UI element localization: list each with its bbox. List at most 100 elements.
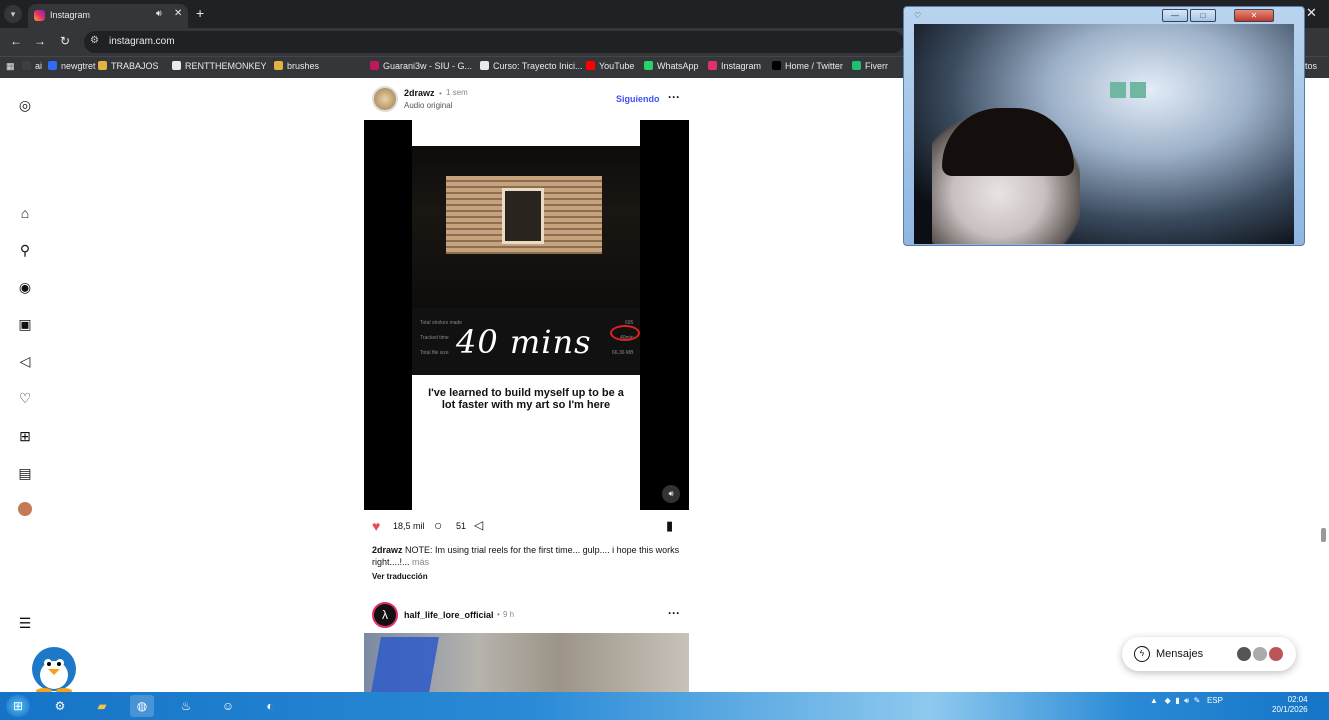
create-icon[interactable]: ⊞ bbox=[16, 427, 34, 445]
taskbar-clock[interactable]: 02:04 20/1/2026 bbox=[1272, 695, 1308, 715]
translate-link[interactable]: Ver traducción bbox=[372, 572, 428, 581]
bookmark-label: RENTTHEMONKEY bbox=[185, 61, 267, 71]
bookmark-item[interactable]: Curso: Trayecto Inici... bbox=[480, 61, 583, 71]
volume-icon[interactable]: 🔊︎ bbox=[1184, 696, 1189, 705]
messages-button[interactable]: ϟ Mensajes bbox=[1122, 637, 1296, 671]
menu-icon[interactable]: ☰ bbox=[16, 614, 34, 632]
search-icon[interactable]: ⚲ bbox=[16, 241, 34, 259]
network-icon[interactable]: ▮ bbox=[1175, 696, 1179, 705]
video-big-text: 40 mins bbox=[456, 323, 592, 361]
video-stats-panel: Total strokes made Tracked time Total fi… bbox=[412, 308, 640, 375]
settings-gear-icon[interactable]: ⚙ bbox=[48, 695, 72, 717]
bookmark-favicon-icon bbox=[644, 61, 653, 70]
discord-icon[interactable]: ☺ bbox=[216, 695, 240, 717]
post-username[interactable]: half_life_lore_official bbox=[404, 610, 494, 620]
profile-avatar[interactable] bbox=[16, 502, 34, 520]
tray-app-icon[interactable]: ◆ bbox=[1165, 696, 1171, 705]
post-media[interactable] bbox=[364, 633, 689, 693]
message-avatar bbox=[1252, 646, 1268, 662]
bookmark-icon[interactable]: ▮ bbox=[666, 518, 673, 534]
bookmark-label: Home / Twitter bbox=[785, 61, 843, 71]
video-sound-icon[interactable]: 🔊︎ bbox=[662, 485, 680, 503]
system-tray[interactable]: ▲ ◆ ▮ 🔊︎ ✎ ESP bbox=[1150, 696, 1223, 706]
more-options-icon[interactable]: ··· bbox=[668, 606, 680, 620]
apps-icon[interactable]: ▦ bbox=[6, 61, 15, 72]
start-button-icon[interactable]: ⊞ bbox=[6, 695, 30, 717]
share-icon[interactable]: ◁ bbox=[474, 518, 483, 532]
bookmark-item[interactable]: YouTube bbox=[586, 61, 634, 71]
tab-title: Instagram bbox=[50, 10, 91, 20]
post-video[interactable]: Total strokes made Tracked time Total fi… bbox=[364, 120, 689, 510]
post-header: λ half_life_lore_official • 9 h ··· bbox=[364, 600, 690, 630]
address-bar[interactable]: ⚙ instagram.com bbox=[84, 31, 904, 53]
reels-icon[interactable]: ▣ bbox=[16, 315, 34, 333]
bookmark-item[interactable]: TRABAJOS bbox=[98, 61, 159, 71]
forward-icon[interactable]: → bbox=[34, 34, 46, 48]
bookmark-item[interactable]: brushes bbox=[274, 61, 319, 71]
bookmark-label: brushes bbox=[287, 61, 320, 71]
tab-close-icon[interactable]: ✕ bbox=[174, 8, 182, 19]
maximize-icon[interactable]: □ bbox=[1190, 9, 1216, 22]
webcam-window[interactable]: ♡ — □ ✕ bbox=[903, 6, 1305, 246]
dashboard-icon[interactable]: ▤ bbox=[16, 464, 34, 482]
tab-instagram[interactable]: Instagram 🔊︎ ✕ bbox=[28, 4, 188, 28]
bookmark-item[interactable]: ai bbox=[22, 61, 42, 71]
bookmark-label: Fiverr bbox=[865, 61, 888, 71]
page-scrollbar[interactable] bbox=[1321, 528, 1326, 542]
post-avatar[interactable] bbox=[372, 86, 398, 112]
explore-icon[interactable]: ◉ bbox=[16, 278, 34, 296]
chrome-icon[interactable]: ◍ bbox=[130, 695, 154, 717]
bookmark-item[interactable]: Fiverr bbox=[852, 61, 888, 71]
more-options-icon[interactable]: ··· bbox=[668, 90, 680, 104]
caption-username[interactable]: 2drawz bbox=[372, 545, 403, 555]
site-info-icon[interactable]: ⚙ bbox=[90, 35, 99, 46]
bookmark-favicon-icon bbox=[772, 61, 781, 70]
speaker-icon[interactable]: 🔊︎ bbox=[156, 8, 162, 19]
minimize-icon[interactable]: — bbox=[1162, 9, 1188, 22]
post-time[interactable]: 1 sem bbox=[446, 88, 468, 97]
window-close-icon[interactable]: ✕ bbox=[1306, 5, 1317, 21]
pen-icon[interactable]: ✎ bbox=[1194, 696, 1201, 705]
steam-icon[interactable]: ♨ bbox=[174, 695, 198, 717]
bookmark-item[interactable]: newgtret bbox=[48, 61, 96, 71]
bookmark-item[interactable]: Home / Twitter bbox=[772, 61, 843, 71]
comment-count[interactable]: 51 bbox=[456, 521, 466, 531]
comment-icon[interactable]: ○ bbox=[434, 517, 442, 533]
instagram-logo-icon[interactable]: ◎ bbox=[16, 96, 34, 114]
tray-arrow-icon[interactable]: ▲ bbox=[1150, 696, 1158, 705]
bookmark-item[interactable]: Guarani3w - SIU - G... bbox=[370, 61, 472, 71]
bookmark-item[interactable]: WhatsApp bbox=[644, 61, 699, 71]
messages-label: Mensajes bbox=[1156, 648, 1204, 660]
new-tab-icon[interactable]: + bbox=[196, 5, 204, 21]
like-icon[interactable]: ♥ bbox=[372, 518, 380, 534]
post-header: 2drawz • 1 sem Audio original Siguiendo … bbox=[364, 86, 690, 116]
notifications-icon[interactable]: ♡ bbox=[16, 389, 34, 407]
home-icon[interactable]: ⌂ bbox=[16, 204, 34, 222]
post-username[interactable]: 2drawz bbox=[404, 88, 435, 98]
like-count[interactable]: 18,5 mil bbox=[393, 521, 425, 531]
obs-icon[interactable]: ◐ bbox=[258, 695, 282, 717]
messenger-icon: ϟ bbox=[1134, 646, 1150, 662]
bookmark-item[interactable]: RENTTHEMONKEY bbox=[172, 61, 267, 71]
following-button[interactable]: Siguiendo bbox=[616, 94, 660, 104]
post-audio[interactable]: Audio original bbox=[404, 101, 452, 110]
bookmark-label: Instagram bbox=[721, 61, 762, 71]
penguin-mascot-image bbox=[20, 635, 88, 694]
bookmark-favicon-icon bbox=[708, 61, 717, 70]
tab-search-icon[interactable]: ▾ bbox=[4, 5, 22, 23]
language-indicator[interactable]: ESP bbox=[1207, 696, 1223, 705]
bookmark-item[interactable]: Instagram bbox=[708, 61, 761, 71]
window-heart-icon[interactable]: ♡ bbox=[914, 11, 921, 20]
reload-icon[interactable]: ↻ bbox=[60, 34, 70, 48]
direct-icon[interactable]: ◁ bbox=[16, 352, 34, 370]
close-icon[interactable]: ✕ bbox=[1234, 9, 1274, 22]
back-icon[interactable]: ← bbox=[10, 34, 22, 48]
file-explorer-icon[interactable]: ▰ bbox=[90, 695, 114, 717]
bookmark-favicon-icon bbox=[274, 61, 283, 70]
post-avatar[interactable]: λ bbox=[372, 602, 398, 628]
bookmark-favicon-icon bbox=[22, 61, 31, 70]
caption-more-link[interactable]: más bbox=[412, 557, 429, 567]
video-red-circle bbox=[610, 325, 640, 341]
bookmark-favicon-icon bbox=[370, 61, 379, 70]
post-time[interactable]: 9 h bbox=[503, 610, 514, 619]
